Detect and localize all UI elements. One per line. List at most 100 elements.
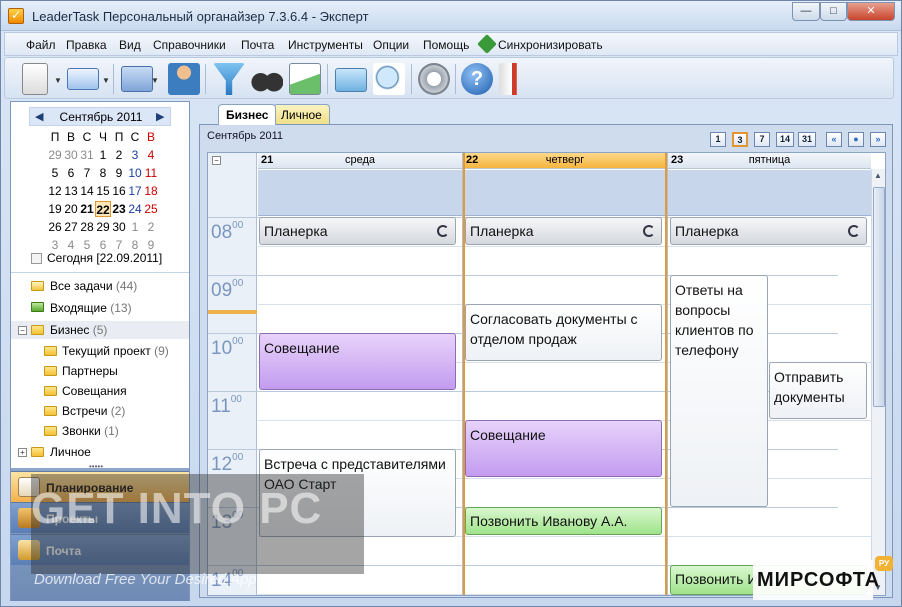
today-link[interactable]: Сегодня [22.09.2011] (47, 251, 162, 265)
calendar-day[interactable]: 7 (79, 165, 95, 181)
day-header-wed[interactable]: 21 среда (258, 153, 462, 169)
view-1-day-button[interactable]: 1 (710, 132, 726, 147)
calendar-day[interactable]: 14 (79, 183, 95, 199)
menu-help[interactable]: Помощь (423, 38, 469, 52)
calendar-day[interactable]: 12 (47, 183, 63, 199)
view-3-days-button[interactable]: 3 (732, 132, 748, 147)
calendar-day[interactable]: 25 (143, 201, 159, 217)
tree-item-partners[interactable]: Партнеры (62, 364, 118, 378)
event-card[interactable]: Совещание (465, 420, 662, 477)
event-card[interactable]: Согласовать документы с отделом продаж (465, 304, 662, 361)
title-bar[interactable]: ✓ LeaderTask Персональный органайзер 7.3… (1, 1, 901, 31)
vertical-scrollbar[interactable]: ▲ ▼ (871, 169, 885, 595)
calendar-day[interactable]: 6 (63, 165, 79, 181)
calendar-day[interactable]: 21 (79, 201, 95, 217)
calendar-day[interactable]: 20 (63, 201, 79, 217)
calendar-day[interactable]: 8 (95, 165, 111, 181)
calendar-day[interactable]: 16 (111, 183, 127, 199)
settings-icon[interactable] (418, 63, 450, 95)
menu-options[interactable]: Опции (373, 38, 409, 52)
all-day-area-fri[interactable] (668, 170, 871, 216)
calendar-day[interactable]: 15 (95, 183, 111, 199)
event-card[interactable]: Планерка (259, 217, 456, 245)
contacts-icon[interactable] (121, 66, 153, 92)
calendar-day[interactable]: 28 (79, 219, 95, 235)
scrollbar-thumb[interactable] (873, 187, 885, 407)
prev-period-icon[interactable]: « (826, 132, 842, 147)
collapse-icon[interactable]: − (212, 156, 221, 165)
help-icon[interactable]: ? (461, 63, 493, 95)
filter-icon[interactable] (213, 63, 245, 95)
calendar-day[interactable]: 23 (111, 201, 127, 217)
calendar-day[interactable]: 2 (143, 219, 159, 235)
event-card[interactable]: Отправить документы (769, 362, 867, 419)
tree-item-calls[interactable]: Звонки (1) (62, 424, 119, 438)
next-month-icon[interactable]: ▶ (156, 110, 164, 123)
calendar-day[interactable]: 26 (47, 219, 63, 235)
menu-edit[interactable]: Правка (66, 38, 107, 52)
calendar-day[interactable]: 31 (79, 147, 95, 163)
calendar-day[interactable]: 11 (143, 165, 159, 181)
megaphone-icon[interactable] (499, 63, 531, 95)
new-task-icon[interactable] (22, 63, 48, 95)
calendar-day[interactable]: 27 (63, 219, 79, 235)
calendar-day[interactable]: 30 (111, 219, 127, 235)
expand-icon[interactable]: + (18, 448, 27, 457)
calendar-day[interactable]: 3 (127, 147, 143, 163)
print-preview-icon[interactable] (373, 63, 405, 95)
calendar-day[interactable]: 4 (143, 147, 159, 163)
calendar-day[interactable]: 1 (127, 219, 143, 235)
calendar-day[interactable]: 22 (95, 201, 111, 217)
menu-view[interactable]: Вид (119, 38, 141, 52)
view-14-days-button[interactable]: 14 (776, 132, 794, 147)
calendar-day[interactable]: 29 (47, 147, 63, 163)
calendar-day[interactable]: 9 (111, 165, 127, 181)
view-31-days-button[interactable]: 31 (798, 132, 816, 147)
tree-item-appointments[interactable]: Встречи (2) (62, 404, 125, 418)
tree-item-current-project[interactable]: Текущий проект (9) (62, 344, 169, 358)
view-7-days-button[interactable]: 7 (754, 132, 770, 147)
maximize-button[interactable]: □ (820, 2, 847, 21)
menu-mail[interactable]: Почта (241, 38, 274, 52)
binoculars-icon[interactable] (251, 63, 283, 95)
event-card[interactable]: Совещание (259, 333, 456, 390)
person-icon[interactable] (168, 63, 200, 95)
day-header-fri[interactable]: 23 пятница (668, 153, 871, 169)
calendar-day[interactable]: 18 (143, 183, 159, 199)
next-period-icon[interactable]: » (870, 132, 886, 147)
print-icon[interactable] (335, 68, 367, 92)
calendar-day[interactable]: 29 (95, 219, 111, 235)
calendar-day[interactable]: 10 (127, 165, 143, 181)
email-icon[interactable] (67, 68, 99, 90)
tree-item-personal[interactable]: Личное (50, 445, 91, 459)
today-icon[interactable]: ● (848, 132, 864, 147)
tree-item-inbox[interactable]: Входящие (13) (50, 301, 132, 315)
close-button[interactable]: ✕ (847, 2, 895, 21)
tab-personal[interactable]: Личное (273, 104, 330, 124)
chart-icon[interactable] (289, 63, 321, 95)
scroll-up-icon[interactable]: ▲ (874, 171, 882, 180)
calendar-day[interactable]: 19 (47, 201, 63, 217)
event-card[interactable]: Планерка (670, 217, 867, 245)
chevron-down-icon[interactable]: ▼ (151, 76, 159, 85)
calendar-day[interactable]: 30 (63, 147, 79, 163)
calendar-day[interactable]: 1 (95, 147, 111, 163)
chevron-down-icon[interactable]: ▼ (102, 76, 110, 85)
tab-business[interactable]: Бизнес (218, 104, 277, 125)
menu-tools[interactable]: Инструменты (288, 38, 363, 52)
chevron-down-icon[interactable]: ▼ (54, 76, 62, 85)
tree-item-meetings[interactable]: Совещания (62, 384, 127, 398)
tree-item-all-tasks[interactable]: Все задачи (44) (50, 279, 137, 293)
menu-sync[interactable]: Синхронизировать (498, 38, 603, 52)
calendar-day[interactable]: 5 (47, 165, 63, 181)
menu-file[interactable]: Файл (26, 38, 56, 52)
event-card[interactable]: Позвонить Иванову А.А. (465, 507, 662, 535)
calendar-day[interactable]: 2 (111, 147, 127, 163)
minimize-button[interactable]: — (792, 2, 820, 21)
calendar-day[interactable]: 13 (63, 183, 79, 199)
menu-references[interactable]: Справочники (153, 38, 226, 52)
collapse-icon[interactable]: − (18, 326, 27, 335)
event-card[interactable]: Ответы на вопросы клиентов по телефону (670, 275, 768, 507)
event-card[interactable]: Планерка (465, 217, 662, 245)
all-day-area-wed[interactable] (258, 170, 462, 216)
